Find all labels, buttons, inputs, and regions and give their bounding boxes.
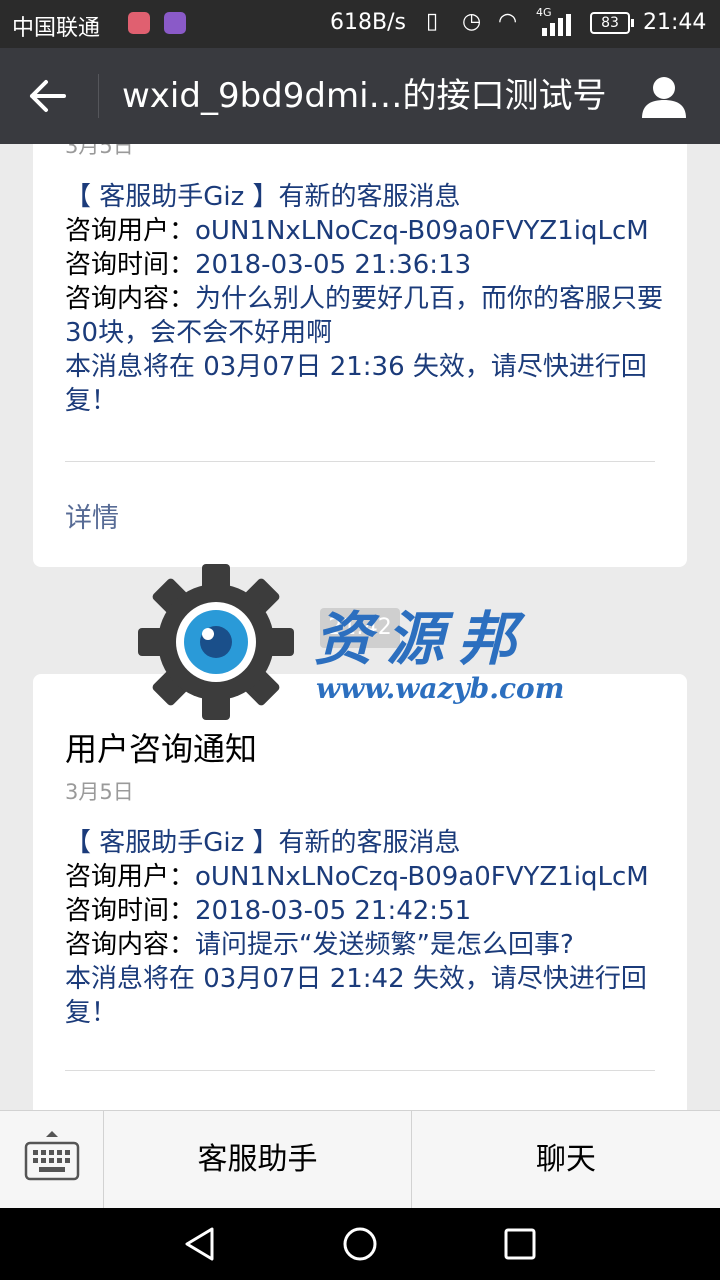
message-intro: 【 客服助手Giz 】有新的客服消息: [65, 182, 461, 212]
inquiry-user-value: oUN1NxLNoCzq-B09a0FVYZ1iqLcM: [195, 216, 649, 246]
back-arrow-icon[interactable]: [28, 78, 68, 114]
card-title: 用户咨询通知: [65, 730, 258, 768]
bottom-menu-bar: 客服助手 聊天: [0, 1110, 720, 1208]
system-nav-bar: [0, 1208, 720, 1280]
battery-icon: 83: [590, 12, 634, 34]
inquiry-time-value: 2018-03-05 21:42:51: [195, 896, 472, 926]
network-speed: 618B/s: [330, 10, 406, 35]
chat-title: wxid_9bd9dmi…的接口测试号: [122, 76, 607, 116]
watermark-brand: 资源邦: [314, 605, 531, 673]
status-bar: 中国联通 618B/s ▯ ◷ ◠ 4G 83 21:44: [0, 0, 720, 48]
watermark: 资源邦 www.wazyb.com: [136, 562, 596, 722]
clock: 21:44: [643, 10, 707, 35]
signal-icon: [542, 14, 571, 36]
user-profile-icon[interactable]: [640, 74, 688, 120]
inquiry-user-value: oUN1NxLNoCzq-B09a0FVYZ1iqLcM: [195, 862, 649, 892]
expiry-notice: 本消息将在 03月07日 21:36 失效，请尽快进行回复！: [65, 352, 647, 416]
watermark-gear-icon: [138, 564, 294, 720]
inquiry-time-label: 咨询时间：: [65, 250, 196, 280]
inquiry-content-row: 咨询内容：为什么别人的要好几百，而你的客服只要30块，会不会不好用啊: [65, 282, 665, 350]
recents-square-icon[interactable]: [502, 1226, 538, 1262]
inquiry-content-label: 咨询内容：: [65, 930, 196, 960]
gallery-app-icon: [164, 12, 186, 34]
card-date: 3月5日: [65, 144, 134, 158]
carrier-name: 中国联通: [12, 16, 101, 41]
back-triangle-icon[interactable]: [182, 1226, 218, 1262]
wifi-icon: ◠: [498, 9, 518, 34]
menu-customer-service-assistant[interactable]: 客服助手: [104, 1111, 412, 1208]
health-app-icon: [128, 12, 150, 34]
inquiry-time-row: 咨询时间：2018-03-05 21:36:13: [65, 248, 665, 282]
chat-header: wxid_9bd9dmi…的接口测试号: [0, 48, 720, 144]
inquiry-user-row: 咨询用户：oUN1NxLNoCzq-B09a0FVYZ1iqLcM: [65, 214, 665, 248]
message-feed[interactable]: 3月5日 【 客服助手Giz 】有新的客服消息 咨询用户：oUN1NxLNoCz…: [0, 144, 720, 1110]
inquiry-content-value: 请问提示“发送频繁”是怎么回事?: [195, 930, 574, 960]
card-separator: [65, 1070, 655, 1071]
inquiry-user-label: 咨询用户：: [65, 216, 196, 246]
expiry-notice: 本消息将在 03月07日 21:42 失效，请尽快进行回复！: [65, 964, 647, 1028]
inquiry-content-label: 咨询内容：: [65, 284, 196, 314]
message-content: 【 客服助手Giz 】有新的客服消息 咨询用户：oUN1NxLNoCzq-B09…: [65, 826, 665, 1030]
message-content: 【 客服助手Giz 】有新的客服消息 咨询用户：oUN1NxLNoCzq-B09…: [65, 180, 665, 418]
inquiry-time-value: 2018-03-05 21:36:13: [195, 250, 472, 280]
home-circle-icon[interactable]: [342, 1226, 378, 1262]
watermark-url: www.wazyb.com: [316, 672, 565, 705]
keyboard-toggle-button[interactable]: [0, 1111, 104, 1208]
keyboard-icon: [24, 1131, 80, 1181]
template-message-card[interactable]: 3月5日 【 客服助手Giz 】有新的客服消息 咨询用户：oUN1NxLNoCz…: [33, 144, 687, 567]
vibrate-icon: ▯: [426, 9, 439, 34]
detail-link[interactable]: 详情: [65, 496, 119, 535]
template-message-card[interactable]: 用户咨询通知 3月5日 【 客服助手Giz 】有新的客服消息 咨询用户：oUN1…: [33, 674, 687, 1110]
inquiry-time-row: 咨询时间：2018-03-05 21:42:51: [65, 894, 665, 928]
message-intro: 【 客服助手Giz 】有新的客服消息: [65, 828, 461, 858]
inquiry-user-row: 咨询用户：oUN1NxLNoCzq-B09a0FVYZ1iqLcM: [65, 860, 665, 894]
alarm-icon: ◷: [462, 9, 482, 34]
card-separator: [65, 461, 655, 462]
menu-chat[interactable]: 聊天: [412, 1111, 720, 1208]
inquiry-content-row: 咨询内容：请问提示“发送频繁”是怎么回事?: [65, 928, 665, 962]
inquiry-time-label: 咨询时间：: [65, 896, 196, 926]
card-date: 3月5日: [65, 780, 134, 804]
header-divider: [98, 74, 99, 118]
inquiry-user-label: 咨询用户：: [65, 862, 196, 892]
